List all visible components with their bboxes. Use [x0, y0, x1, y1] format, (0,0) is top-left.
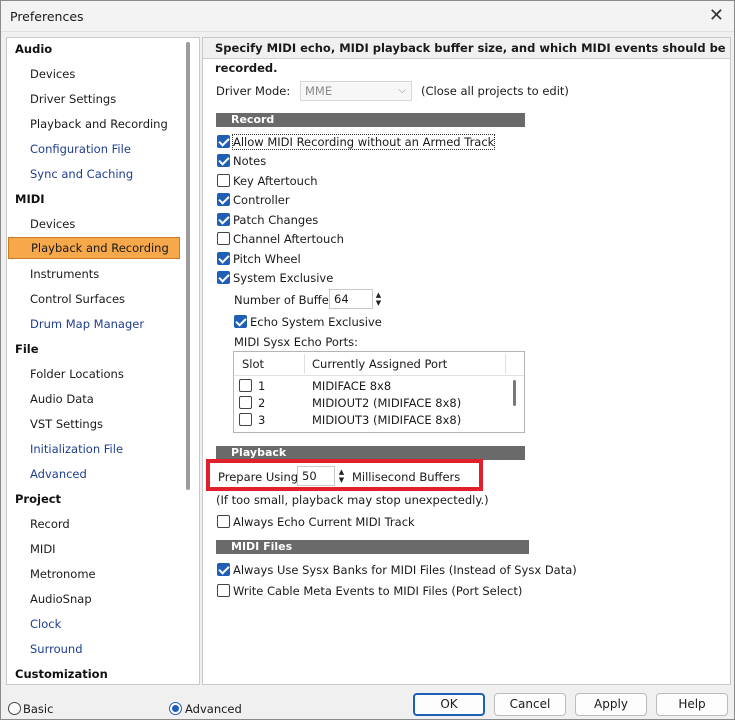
port-slot-3: 3: [258, 413, 266, 427]
pitch-wheel-checkbox[interactable]: [217, 252, 230, 265]
echo-system-exclusive-label[interactable]: Echo System Exclusive: [250, 315, 382, 329]
playback-warning: (If too small, playback may stop unexpec…: [216, 493, 489, 507]
notes-label[interactable]: Notes: [233, 154, 266, 168]
table-scrollbar[interactable]: [513, 380, 516, 406]
port-slot-3-assigned: MIDIOUT3 (MIDIFACE 8x8): [312, 413, 462, 427]
highlight-box: [206, 459, 483, 491]
patch-changes-label[interactable]: Patch Changes: [233, 213, 318, 227]
system-exclusive-label[interactable]: System Exclusive: [233, 271, 333, 285]
tree-item-project-record[interactable]: Record: [30, 513, 70, 535]
port-slot-1: 1: [258, 379, 266, 393]
tree-item-configuration-file[interactable]: Configuration File: [30, 138, 131, 160]
sysx-banks-checkbox[interactable]: [217, 563, 230, 576]
driver-mode-value: MME: [305, 84, 333, 98]
pitch-wheel-label[interactable]: Pitch Wheel: [233, 252, 301, 266]
sysx-banks-label[interactable]: Always Use Sysx Banks for MIDI Files (In…: [233, 563, 577, 577]
allow-midi-recording-label[interactable]: Allow MIDI Recording without an Armed Tr…: [231, 134, 496, 150]
midi-files-section-header: MIDI Files: [216, 540, 529, 554]
number-of-buffers-input[interactable]: 64: [329, 289, 373, 309]
close-icon[interactable]: ✕: [709, 5, 724, 26]
tree-item-control-surfaces[interactable]: Control Surfaces: [30, 288, 125, 310]
driver-mode-note: (Close all projects to edit): [421, 84, 569, 98]
help-button[interactable]: Help: [656, 693, 728, 716]
controller-checkbox[interactable]: [217, 193, 230, 206]
number-of-buffers-spinner[interactable]: ▲ ▼: [374, 289, 383, 309]
port-slot-2-checkbox[interactable]: [239, 396, 252, 409]
cable-meta-events-checkbox[interactable]: [217, 584, 230, 597]
channel-aftertouch-checkbox[interactable]: [217, 232, 230, 245]
advanced-mode-label[interactable]: Advanced: [185, 702, 242, 716]
port-slot-3-checkbox[interactable]: [239, 413, 252, 426]
ok-button[interactable]: OK: [413, 693, 485, 716]
title-bar: Preferences ✕: [1, 1, 734, 32]
port-slot-1-checkbox[interactable]: [239, 379, 252, 392]
tree-item-metronome[interactable]: Metronome: [30, 563, 96, 585]
driver-mode-select[interactable]: MME ⌵: [300, 81, 412, 101]
number-of-buffers-label: Number of Buffers:: [234, 293, 344, 307]
apply-button[interactable]: Apply: [575, 693, 647, 716]
tree-item-surround[interactable]: Surround: [30, 638, 83, 660]
tree-item-midi-devices[interactable]: Devices: [30, 213, 75, 235]
tree-item-sync-caching[interactable]: Sync and Caching: [30, 163, 133, 185]
tree-item-audio-data[interactable]: Audio Data: [30, 388, 94, 410]
playback-section-header: Playback: [216, 446, 525, 460]
tree-item-instruments[interactable]: Instruments: [30, 263, 99, 285]
always-echo-checkbox[interactable]: [217, 515, 230, 528]
tree-item-midi-playback-recording[interactable]: Playback and Recording: [8, 237, 180, 259]
tree-category-midi[interactable]: MIDI: [15, 188, 45, 210]
chevron-down-icon: ⌵: [398, 85, 406, 96]
basic-mode-radio[interactable]: [8, 702, 21, 715]
driver-mode-label: Driver Mode:: [216, 84, 291, 98]
tree-item-folder-locations[interactable]: Folder Locations: [30, 363, 124, 385]
basic-mode-label[interactable]: Basic: [23, 702, 53, 716]
sysx-echo-ports-table: Slot Currently Assigned Port 1 MIDIFACE …: [233, 351, 525, 433]
tree-item-audio-driver-settings[interactable]: Driver Settings: [30, 88, 116, 110]
tree-category-audio[interactable]: Audio: [15, 38, 52, 60]
always-echo-label[interactable]: Always Echo Current MIDI Track: [233, 515, 415, 529]
spin-down-icon[interactable]: ▼: [376, 299, 381, 307]
cancel-button[interactable]: Cancel: [494, 693, 566, 716]
tree-item-audiosnap[interactable]: AudioSnap: [30, 588, 92, 610]
allow-midi-recording-checkbox[interactable]: [217, 135, 230, 148]
tree-category-file[interactable]: File: [15, 338, 39, 360]
column-header-port[interactable]: Currently Assigned Port: [312, 357, 447, 371]
record-section-header: Record: [216, 113, 525, 127]
key-aftertouch-checkbox[interactable]: [217, 174, 230, 187]
channel-aftertouch-label[interactable]: Channel Aftertouch: [233, 232, 344, 246]
tree-item-initialization-file[interactable]: Initialization File: [30, 438, 123, 460]
table-header: Slot Currently Assigned Port: [234, 352, 524, 376]
tree-item-clock[interactable]: Clock: [30, 613, 61, 635]
spin-up-icon[interactable]: ▲: [376, 291, 381, 299]
window-title: Preferences: [10, 9, 84, 24]
echo-system-exclusive-checkbox[interactable]: [234, 315, 247, 328]
column-header-slot[interactable]: Slot: [242, 357, 264, 371]
panel-description: Specify MIDI echo, MIDI playback buffer …: [203, 38, 730, 75]
tree-item-drum-map-manager[interactable]: Drum Map Manager: [30, 313, 144, 335]
tree-item-advanced[interactable]: Advanced: [30, 463, 87, 485]
preferences-tree: Audio Devices Driver Settings Playback a…: [6, 37, 200, 685]
advanced-mode-radio[interactable]: [169, 702, 182, 715]
sysx-echo-ports-label: MIDI Sysx Echo Ports:: [234, 335, 359, 349]
controller-label[interactable]: Controller: [233, 193, 290, 207]
port-slot-2-assigned: MIDIOUT2 (MIDIFACE 8x8): [312, 396, 462, 410]
patch-changes-checkbox[interactable]: [217, 213, 230, 226]
key-aftertouch-label[interactable]: Key Aftertouch: [233, 174, 318, 188]
tree-item-audio-devices[interactable]: Devices: [30, 63, 75, 85]
tree-item-audio-playback-recording[interactable]: Playback and Recording: [30, 113, 168, 135]
port-slot-2: 2: [258, 396, 266, 410]
preferences-window: Preferences ✕ Audio Devices Driver Setti…: [0, 0, 735, 720]
notes-checkbox[interactable]: [217, 154, 230, 167]
tree-item-project-midi[interactable]: MIDI: [30, 538, 56, 560]
tree-item-vst-settings[interactable]: VST Settings: [30, 413, 103, 435]
tree-category-customization[interactable]: Customization: [15, 663, 108, 684]
port-slot-1-assigned: MIDIFACE 8x8: [312, 379, 392, 393]
tree-scrollbar[interactable]: [186, 42, 190, 490]
cable-meta-events-label[interactable]: Write Cable Meta Events to MIDI Files (P…: [233, 584, 522, 598]
system-exclusive-checkbox[interactable]: [217, 271, 230, 284]
tree-item-label: Playback and Recording: [31, 241, 169, 255]
settings-panel: Specify MIDI echo, MIDI playback buffer …: [202, 37, 731, 685]
tree-category-project[interactable]: Project: [15, 488, 61, 510]
